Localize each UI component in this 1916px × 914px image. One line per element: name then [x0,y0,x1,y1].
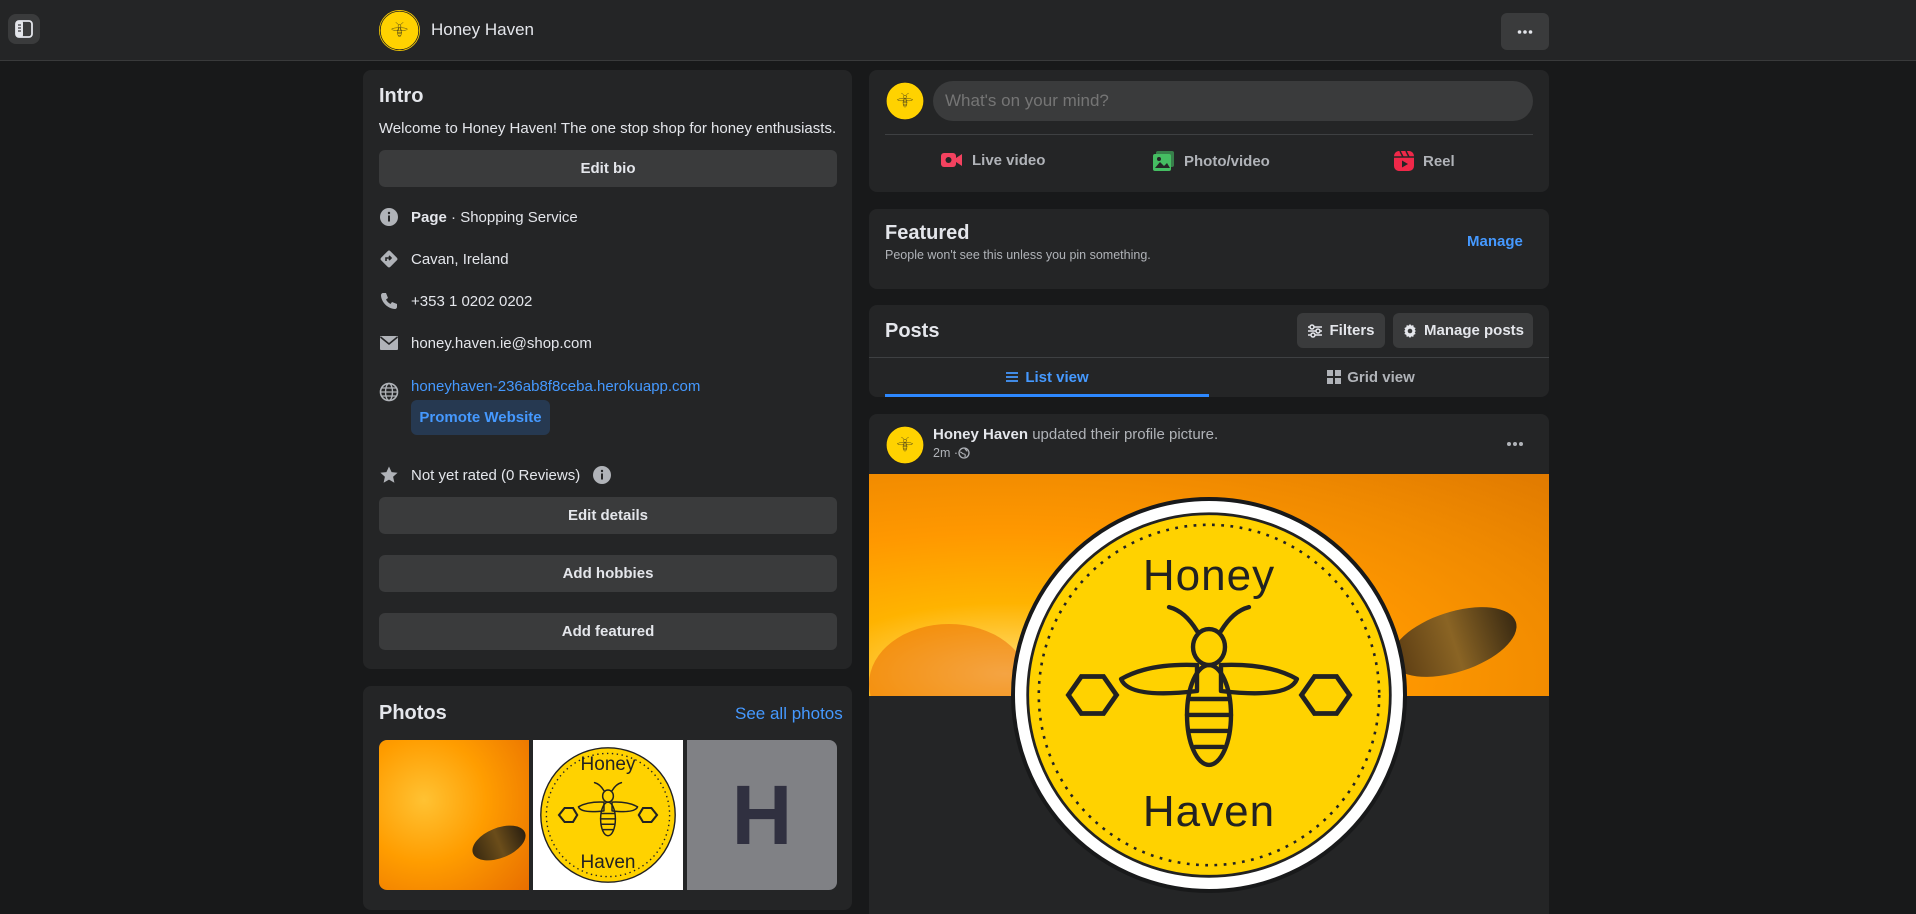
page-title: Honey Haven [431,20,535,39]
rating-text: Not yet rated (0 Reviews) [411,466,581,484]
letter-tile-text: H [731,767,793,862]
see-all-photos-link[interactable]: See all photos [735,704,843,724]
envelope-icon [379,333,399,353]
email-text: honey.haven.ie@shop.com [411,334,592,352]
phone-text: +353 1 0202 0202 [411,292,533,310]
photo-thumb-logo[interactable]: Honey Haven [533,740,683,890]
profile-picture-ring[interactable]: Honey Haven [1011,497,1407,893]
post-author-name[interactable]: Honey Haven [933,426,1028,443]
page-type-row: Page · Shopping Service [379,207,578,227]
featured-heading: Featured [885,222,970,244]
more-options-button[interactable] [1501,13,1549,50]
featured-manage-link[interactable]: Manage [1467,233,1523,250]
page-type-label: Page [411,208,447,226]
gear-icon [1403,323,1416,338]
top-bar: Honey Haven [0,0,1916,61]
composer-input[interactable] [933,81,1533,121]
add-featured-button[interactable]: Add featured [379,613,837,650]
photos-heading: Photos [379,702,447,724]
thumb-logo-bottom-text: Haven [580,852,636,873]
phone-row: +353 1 0202 0202 [379,291,532,311]
post-action-text: updated their profile picture. [1028,426,1219,443]
post-header-text: Honey Haven updated their profile pictur… [933,426,1218,443]
website-link[interactable]: honeyhaven-236ab8f8ceba.herokuapp.com [411,378,700,395]
photo-thumb-flower[interactable] [379,740,529,890]
star-icon [379,465,399,485]
post-options-button[interactable] [1499,428,1531,460]
edit-bio-button[interactable]: Edit bio [379,150,837,187]
intro-heading: Intro [379,85,424,107]
logo-top-text: Honey [1142,551,1276,600]
directions-icon [379,249,399,269]
post-meta: 2m · [933,446,970,460]
live-video-button[interactable]: Live video [940,150,1045,170]
add-hobbies-button[interactable]: Add hobbies [379,555,837,592]
page-avatar[interactable] [379,10,420,51]
filters-icon [1308,323,1323,338]
featured-subtitle: People won't see this unless you pin som… [885,248,1151,262]
grid-icon [1327,370,1342,384]
edit-details-button[interactable]: Edit details [379,497,837,534]
posts-heading: Posts [885,320,940,342]
website-row: honeyhaven-236ab8f8ceba.herokuapp.com [379,370,700,402]
tab-list-view[interactable]: List view [885,358,1209,396]
reel-button[interactable]: Reel [1393,150,1455,172]
page-category: · Shopping Service [446,208,578,226]
bee-photo-detail [467,818,529,868]
ellipsis-icon [1507,442,1523,446]
intro-bio: Welcome to Honey Haven! The one stop sho… [378,120,837,137]
thumb-logo-top-text: Honey [580,754,636,775]
promote-website-button[interactable]: Promote Website [411,400,550,435]
post-time[interactable]: 2m · [933,446,958,460]
composer-avatar[interactable] [885,81,925,121]
manage-posts-button[interactable]: Manage posts [1393,313,1533,348]
list-icon [1006,372,1019,382]
logo-bottom-text: Haven [1142,787,1276,836]
sidebar-toggle-icon[interactable] [8,14,40,44]
composer-divider [885,134,1533,135]
globe-privacy-icon [958,447,970,459]
cover-petal-shade [869,624,1029,696]
live-video-icon [941,153,962,167]
rating-row: Not yet rated (0 Reviews) [379,465,612,485]
globe-icon [379,382,399,402]
info-icon [379,207,399,227]
tab-grid-view[interactable]: Grid view [1209,358,1533,396]
phone-icon [379,291,399,311]
email-row: honey.haven.ie@shop.com [379,333,592,353]
photo-video-button[interactable]: Photo/video [1152,150,1270,172]
location-text: Cavan, Ireland [411,250,509,268]
rating-info-icon[interactable] [592,465,612,485]
filters-button[interactable]: Filters [1297,313,1385,348]
location-row: Cavan, Ireland [379,249,509,269]
photo-thumb-letter[interactable]: H [687,740,837,890]
photo-icon [1153,151,1174,171]
ellipsis-icon [1517,29,1533,34]
reel-icon [1394,150,1414,171]
post-author-avatar[interactable] [885,425,925,465]
tab-list-view-indicator [885,394,1209,397]
